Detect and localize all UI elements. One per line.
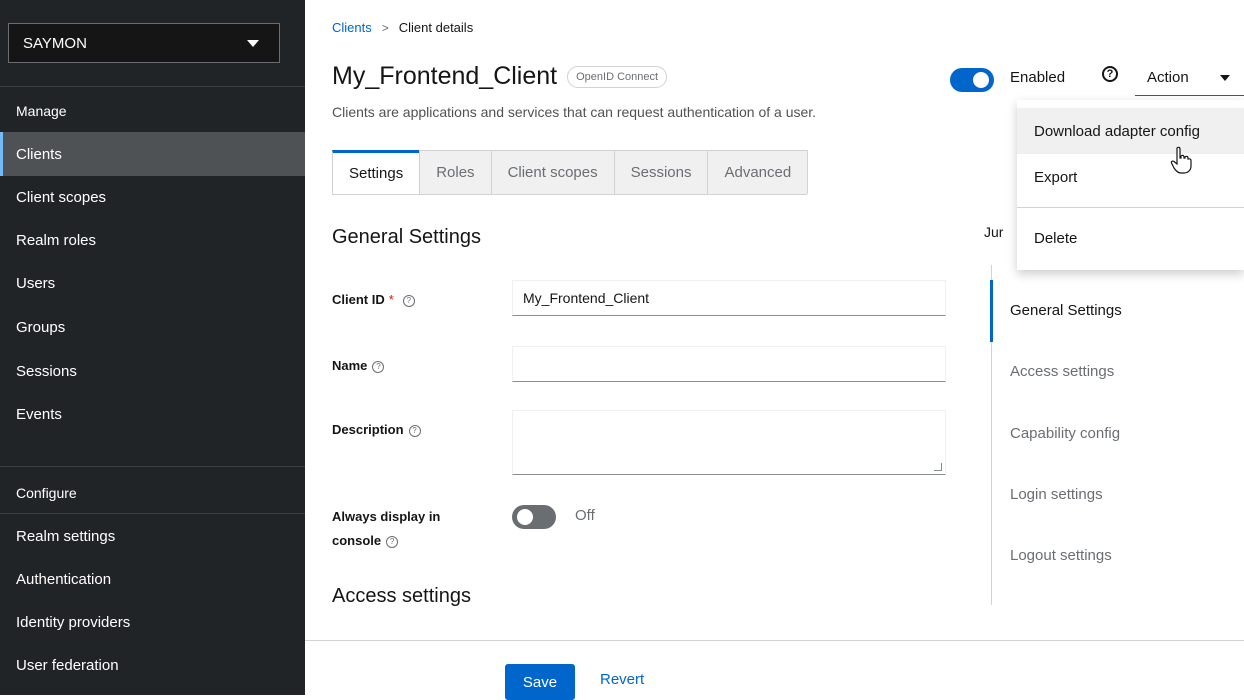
sidebar-divider [0, 86, 305, 87]
realm-selector[interactable]: SAYMON [8, 23, 280, 63]
help-icon[interactable]: ? [402, 294, 415, 307]
jump-link-logout-settings[interactable]: Logout settings [1010, 547, 1112, 564]
sidebar-item-events[interactable]: Events [0, 392, 305, 436]
main-content: Clients > Client details My_Frontend_Cli… [305, 0, 1244, 700]
caret-down-icon [1220, 75, 1230, 81]
access-settings-heading: Access settings [332, 585, 471, 607]
jump-link-capability-config[interactable]: Capability config [1010, 425, 1120, 442]
jump-link-login-settings[interactable]: Login settings [1010, 486, 1103, 503]
help-icon[interactable]: ? [1102, 66, 1118, 82]
sidebar-item-identity-providers[interactable]: Identity providers [0, 600, 305, 644]
enabled-toggle[interactable] [950, 68, 994, 92]
tab-bar: Settings Roles Client scopes Sessions Ad… [332, 150, 809, 195]
name-input[interactable] [512, 346, 946, 382]
jump-links-active-indicator [990, 280, 993, 342]
configure-heading: Configure [16, 485, 77, 501]
client-id-input[interactable]: My_Frontend_Client [512, 280, 946, 316]
sidebar-item-user-federation[interactable]: User federation [0, 643, 305, 687]
description-label-text: Description [332, 422, 404, 437]
page-subtitle: Clients are applications and services th… [332, 104, 817, 120]
required-mark: * [388, 292, 394, 307]
always-display-state: Off [575, 507, 595, 524]
action-dropdown-menu: Download adapter config Export Delete [1017, 100, 1244, 270]
tab-client-scopes[interactable]: Client scopes [490, 150, 615, 194]
sidebar-item-realm-roles[interactable]: Realm roles [0, 218, 305, 262]
tab-settings[interactable]: Settings [332, 150, 421, 194]
menu-item-delete[interactable]: Delete [1017, 215, 1244, 261]
description-textarea[interactable] [512, 410, 946, 475]
form-footer: Save Revert [305, 640, 1244, 700]
action-label: Action [1147, 69, 1189, 86]
description-label: Description? [332, 422, 421, 437]
protocol-badge: OpenID Connect [567, 65, 668, 88]
client-id-label: Client ID *? [332, 292, 415, 307]
always-display-label: Always display in console? [332, 505, 440, 553]
toggle-knob [973, 72, 989, 88]
title-row: My_Frontend_Client OpenID Connect [332, 62, 668, 91]
menu-item-export[interactable]: Export [1017, 154, 1244, 200]
help-icon[interactable]: ? [408, 424, 421, 437]
help-icon[interactable]: ? [386, 535, 399, 548]
sidebar-item-realm-settings[interactable]: Realm settings [0, 514, 305, 558]
sidebar-item-authentication[interactable]: Authentication [0, 557, 305, 601]
action-dropdown-button[interactable]: Action [1135, 60, 1244, 96]
general-settings-heading: General Settings [332, 226, 481, 248]
caret-down-icon [247, 40, 259, 47]
sidebar-item-sessions[interactable]: Sessions [0, 349, 305, 393]
sidebar-item-groups[interactable]: Groups [0, 305, 305, 349]
menu-item-download-adapter-config[interactable]: Download adapter config [1017, 108, 1244, 154]
enabled-label: Enabled [1010, 69, 1066, 86]
name-label-text: Name [332, 358, 368, 373]
jump-link-general-settings[interactable]: General Settings [1010, 302, 1122, 319]
name-label: Name? [332, 358, 385, 373]
breadcrumb-current: Client details [398, 20, 474, 35]
breadcrumb-separator: > [381, 20, 389, 35]
hand-pointer-icon [1170, 146, 1192, 174]
help-icon[interactable]: ? [372, 360, 385, 373]
tab-roles[interactable]: Roles [419, 150, 492, 194]
sidebar-item-client-scopes[interactable]: Client scopes [0, 175, 305, 219]
page-title: My_Frontend_Client [332, 62, 558, 90]
manage-heading: Manage [16, 103, 67, 119]
sidebar: SAYMON Manage Clients Client scopes Real… [0, 0, 305, 695]
revert-button[interactable]: Revert [600, 671, 644, 688]
sidebar-item-users[interactable]: Users [0, 261, 305, 305]
toggle-knob [517, 509, 533, 525]
sidebar-item-clients[interactable]: Clients [0, 132, 305, 176]
breadcrumb-clients-link[interactable]: Clients [332, 20, 372, 35]
tab-sessions[interactable]: Sessions [613, 150, 709, 194]
breadcrumb: Clients > Client details [332, 20, 473, 35]
always-display-toggle[interactable] [512, 505, 556, 529]
jump-link-access-settings[interactable]: Access settings [1010, 363, 1114, 380]
client-id-label-text: Client ID [332, 292, 385, 307]
jump-to-heading: Jur [984, 224, 1004, 240]
realm-name: SAYMON [23, 34, 87, 52]
always-display-label-line2: console [332, 533, 382, 548]
menu-divider [1017, 207, 1244, 208]
always-display-label-line1: Always display in [332, 509, 441, 524]
sidebar-divider [0, 466, 305, 467]
tab-advanced[interactable]: Advanced [707, 150, 809, 194]
resize-handle[interactable] [934, 463, 942, 471]
